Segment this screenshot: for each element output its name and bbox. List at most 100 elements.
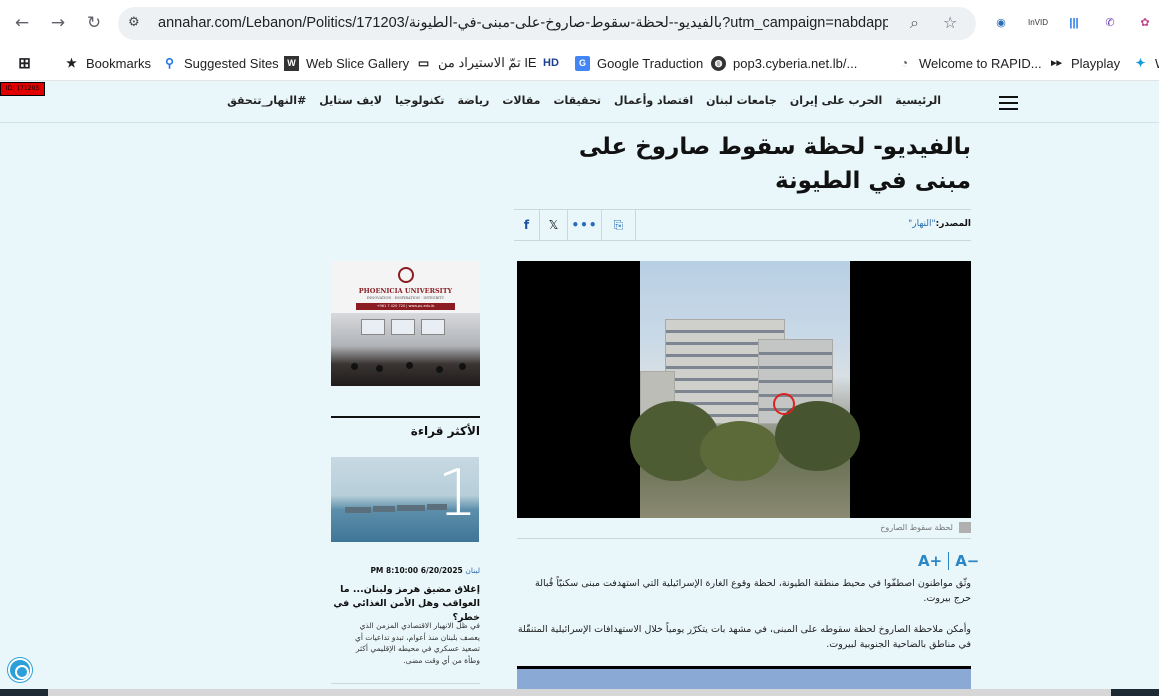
nav-item-iran-war[interactable]: الحرب على إيران — [790, 94, 882, 107]
zoom-icon[interactable]: ⌕ — [910, 13, 919, 33]
browser-toolbar: ← → ↻ ⚙ annahar.com/Lebanon/Politics/171… — [0, 0, 1159, 46]
most-read-rank: 1 — [437, 457, 478, 531]
ad-tagline: INNOVATION · INSPIRATION · INTEGRITY — [366, 296, 445, 300]
bookmark-bookmarks[interactable]: ★ Bookmarks — [64, 53, 151, 73]
extension-brain-icon[interactable]: ✿ — [1134, 12, 1156, 34]
bookmark-label: Suggested Sites — [184, 55, 279, 71]
video-caption: لحظة سقوط الصاروخ — [517, 519, 971, 535]
bookmark-ie-folder[interactable]: ▭ تمّ الاستيراد من IE — [416, 53, 537, 73]
bookmark-web-slice-gallery[interactable]: W Web Slice Gallery — [284, 53, 409, 73]
menu-hamburger-icon[interactable] — [999, 96, 1018, 110]
bookmark-label: Bookmarks — [86, 55, 152, 71]
bookmark-label: تمّ الاستيراد من IE — [438, 55, 537, 70]
nav-item-technology[interactable]: تكنولوجيا — [395, 94, 445, 107]
most-read-item-divider — [331, 683, 480, 684]
article-source: المصدر:"النهار" — [908, 219, 971, 229]
bookmark-label: Welcome to RAPID... — [919, 55, 1042, 71]
most-read-datetime: 6/20/2025 8:10:00 PM — [370, 566, 463, 575]
font-increase-button[interactable]: A+ — [918, 552, 942, 570]
os-taskbar — [0, 689, 1159, 696]
tree-shape — [700, 421, 780, 481]
extension-invid-icon[interactable]: InVID — [1027, 12, 1049, 34]
nav-item-economy[interactable]: اقتصاد وأعمال — [614, 94, 693, 107]
bookmark-suggested-sites[interactable]: ⚲ Suggested Sites — [162, 53, 279, 73]
most-read-category[interactable]: لبنان — [465, 566, 480, 575]
article-paragraph: وأمكن ملاحظة الصاروخ لحظة سقوطه على المب… — [517, 624, 971, 650]
most-read-thumbnail[interactable]: 1 — [331, 457, 479, 542]
ad-title: PHOENICIA UNIVERSITY — [358, 287, 453, 295]
most-read-headline[interactable]: إغلاق مضيق هرمز ولبنان... ما العواقب وهل… — [331, 583, 480, 625]
video-player[interactable] — [517, 261, 971, 518]
more-share-icon[interactable]: ••• — [568, 210, 602, 240]
apps-grid-icon[interactable]: ⊞ — [17, 53, 32, 73]
extension-eye-icon[interactable]: ◉ — [990, 12, 1012, 34]
university-logo-icon — [398, 267, 414, 283]
ad-classroom-photo — [331, 313, 480, 386]
ad-contact: +961 7 420 720 | www.pu.edu.lb — [356, 303, 455, 310]
article-title: بالفيديو- لحظة سقوط صاروخ على مبنى في ال… — [578, 134, 971, 194]
most-read-meta: لبنان 6/20/2025 8:10:00 PM — [331, 566, 480, 575]
source-label: المصدر: — [935, 219, 971, 229]
bookmark-label: Google Traduction — [597, 55, 704, 71]
bookmark-label: pop3.cyberia.net.lb/... — [733, 55, 858, 71]
nav-item-investigations[interactable]: تحقيقات — [553, 94, 601, 107]
ship-shape — [397, 505, 425, 511]
web-slice-icon: W — [284, 55, 299, 71]
most-read-heading: الأكثر قراءة — [410, 424, 480, 438]
overflow-bookmark-icon: ✦ — [1135, 55, 1146, 70]
star-icon: ★ — [66, 55, 77, 70]
playplay-icon: ▶▶ — [1051, 59, 1062, 67]
font-size-controls: A+ A− — [918, 552, 979, 570]
bookmark-overflow[interactable]: ✦W — [1133, 53, 1159, 73]
missile-highlight-circle — [773, 393, 795, 415]
video-frame — [630, 261, 860, 518]
nav-item-fact-check[interactable]: #النهار_تتحقق — [227, 94, 306, 107]
bookmark-label-truncated: W — [1155, 56, 1159, 71]
x-share-icon[interactable]: 𝕏 — [540, 210, 568, 240]
classroom-screen — [361, 319, 385, 335]
taskbar-segment — [48, 689, 1111, 696]
facebook-share-icon[interactable]: f — [514, 210, 540, 240]
nav-item-home[interactable]: الرئيسية — [895, 94, 941, 107]
folder-icon: ▭ — [417, 55, 430, 70]
bookmark-rapid[interactable]: ◔ Welcome to RAPID... — [897, 53, 1042, 73]
university-ad-banner[interactable]: PHOENICIA UNIVERSITY INNOVATION · INSPIR… — [331, 261, 480, 386]
address-bar[interactable]: ⚙ annahar.com/Lebanon/Politics/171203/با… — [118, 7, 976, 40]
back-icon[interactable]: ← — [9, 10, 35, 36]
content-divider — [517, 538, 971, 539]
nav-item-articles[interactable]: مقالات — [502, 94, 540, 107]
article-paragraph: وثّق مواطنون اصطفّوا في محيط منطقة الطيو… — [535, 578, 971, 604]
font-decrease-button[interactable]: A− — [955, 552, 979, 570]
search-icon: ⚲ — [165, 55, 174, 70]
nav-item-sports[interactable]: رياضة — [457, 94, 489, 107]
reload-icon[interactable]: ↻ — [81, 10, 107, 36]
bookmark-playplay[interactable]: ▶▶ Playplay — [1049, 53, 1120, 73]
classroom-screen — [391, 319, 415, 335]
classroom-screen — [421, 319, 445, 335]
forward-icon[interactable]: → — [45, 10, 71, 36]
bookmark-hd[interactable]: HD — [542, 53, 560, 73]
ship-shape — [373, 506, 395, 512]
extension-audio-icon[interactable]: ||| — [1063, 12, 1085, 34]
nav-menu: الرئيسية الحرب على إيران جامعات لبنان اق… — [227, 94, 941, 107]
url-text[interactable]: annahar.com/Lebanon/Politics/171203/بالف… — [158, 15, 888, 31]
nav-item-universities[interactable]: جامعات لبنان — [706, 94, 777, 107]
bookmark-pop3-cyberia[interactable]: ◍ pop3.cyberia.net.lb/... — [711, 53, 857, 73]
nav-item-lifestyle[interactable]: لايف ستايل — [319, 94, 382, 107]
bookmarks-bar: ⊞ ★ Bookmarks ⚲ Suggested Sites W Web Slice… — [0, 46, 1159, 81]
url-path: /Lebanon/Politics/171203/بالفيديو--لحظة-… — [241, 15, 888, 31]
caption-text: لحظة سقوط الصاروخ — [880, 522, 953, 532]
source-name[interactable]: "النهار" — [908, 219, 935, 229]
most-read-divider — [331, 416, 480, 418]
bookmark-star-icon[interactable]: ☆ — [943, 13, 957, 32]
bookmark-label: Web Slice Gallery — [306, 55, 410, 71]
rapid-icon: ◔ — [900, 55, 909, 70]
site-info-icon[interactable]: ⚙ — [128, 15, 140, 30]
url-host: annahar.com — [158, 15, 242, 31]
copy-link-icon[interactable]: ⎘ — [602, 210, 636, 240]
site-navigation: الرئيسية الحرب على إيران جامعات لبنان اق… — [0, 82, 1159, 123]
bookmark-google-traduction[interactable]: G Google Traduction — [575, 53, 703, 73]
font-size-separator — [948, 552, 950, 570]
chat-widget-icon[interactable] — [8, 658, 32, 682]
extension-viber-icon[interactable]: ✆ — [1099, 12, 1121, 34]
